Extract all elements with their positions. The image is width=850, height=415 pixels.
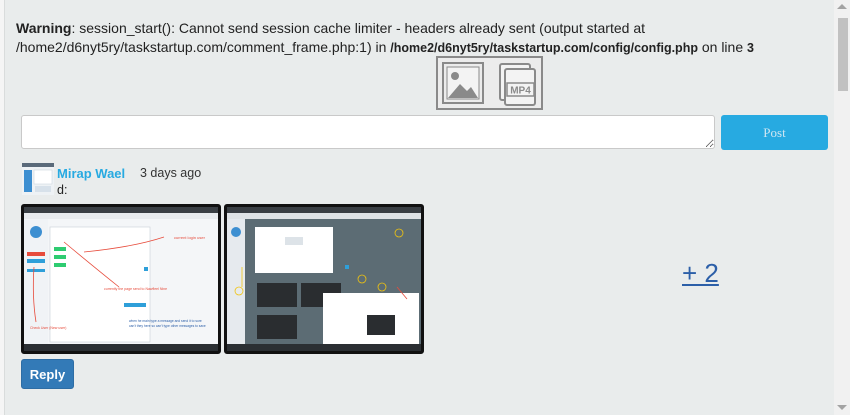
php-warning: Warning: session_start(): Cannot send se… <box>16 19 816 58</box>
warning-file-path: /home2/d6nyt5ry/taskstartup.com/config/c… <box>390 41 698 55</box>
svg-text:can't they here so can't type: can't they here so can't type other mess… <box>129 324 206 328</box>
warning-message-part2: on line <box>697 39 748 55</box>
frame-border <box>4 0 5 415</box>
comment-time: 3 days ago <box>140 166 202 180</box>
attachment-thumbnail-1[interactable]: current login user currently the page se… <box>21 204 221 354</box>
svg-text:Check User (New user): Check User (New user) <box>30 326 66 330</box>
comment-author[interactable]: Mirap Wael <box>57 166 125 181</box>
scrollbar-thumb[interactable] <box>838 18 848 91</box>
image-icon[interactable] <box>442 62 484 104</box>
mp4-icon[interactable]: MP4 <box>499 63 536 106</box>
more-attachments-link[interactable]: + 2 <box>682 258 719 289</box>
avatar[interactable] <box>22 163 54 195</box>
comment-input[interactable] <box>21 115 715 149</box>
attachment-thumbnail-2[interactable] <box>224 204 424 354</box>
warning-label: Warning <box>16 20 72 36</box>
post-button[interactable]: Post <box>721 115 828 150</box>
media-upload-icons: MP4 <box>436 56 543 110</box>
scroll-down-arrow-icon[interactable] <box>837 405 847 410</box>
comment-text: d: <box>57 183 68 197</box>
svg-text:MP4: MP4 <box>510 86 531 97</box>
reply-button[interactable]: Reply <box>21 359 74 389</box>
scroll-up-arrow-icon[interactable] <box>837 4 847 9</box>
svg-text:when he main type a message an: when he main type a message and send it … <box>129 319 202 323</box>
svg-text:current login user: current login user <box>174 235 206 240</box>
svg-text:currently the page send to Naw: currently the page send to Nawfleel Nine <box>104 287 167 291</box>
warning-line-number: 3 <box>747 41 754 55</box>
